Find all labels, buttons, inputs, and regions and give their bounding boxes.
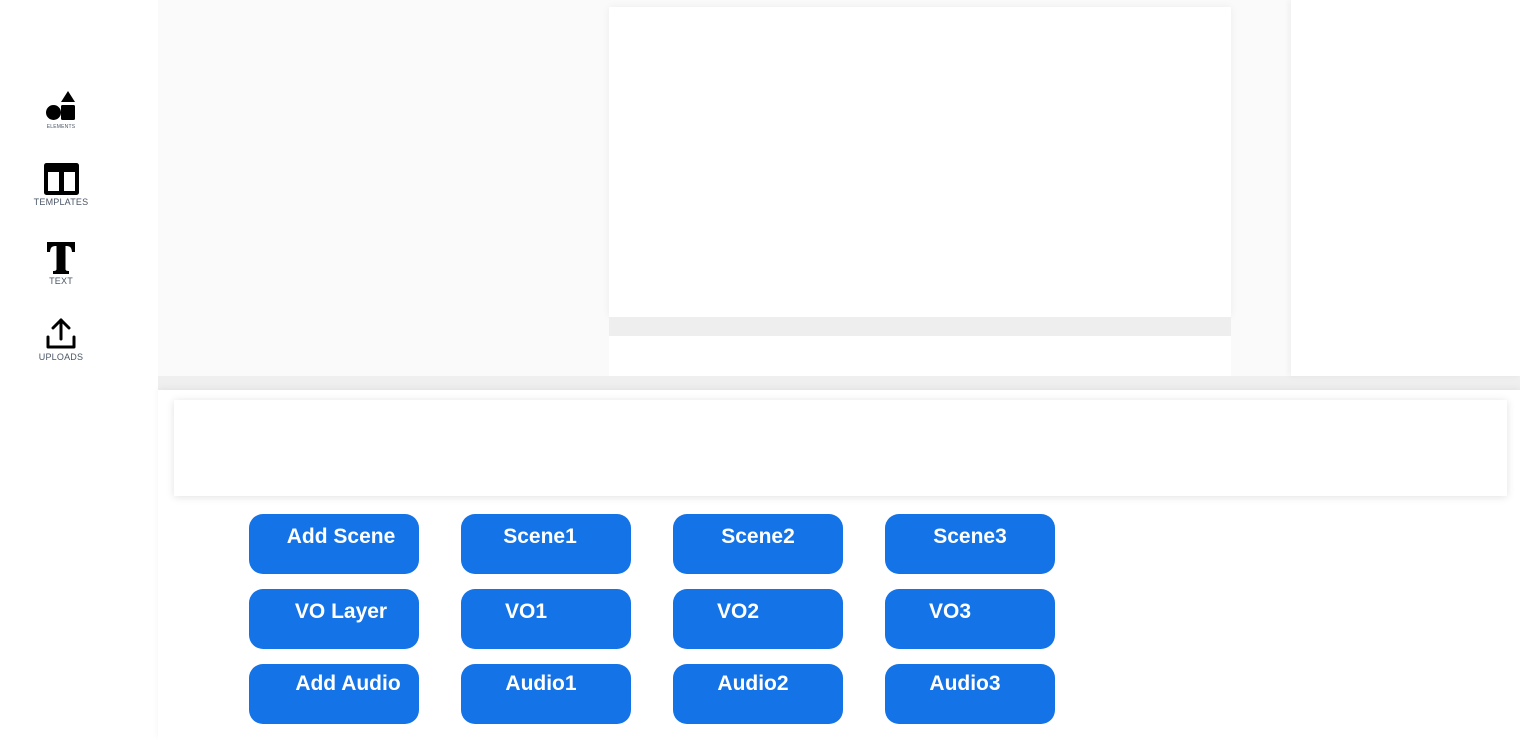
button-label: Scene2	[721, 525, 795, 548]
button-label: Add Audio	[295, 672, 401, 695]
button-label: Audio2	[717, 672, 789, 695]
button-label: Scene3	[933, 525, 1007, 548]
vo2-button[interactable]: VO2	[673, 589, 843, 649]
audio1-button[interactable]: Audio1	[461, 664, 631, 724]
scene2-button[interactable]: Scene2	[673, 514, 843, 574]
vo1-button[interactable]: VO1	[461, 589, 631, 649]
scene3-button[interactable]: Scene3	[885, 514, 1055, 574]
audio3-button[interactable]: Audio3	[885, 664, 1055, 724]
sidebar-item-label: TEMPLATES	[33, 197, 89, 207]
add-scene-button[interactable]: Add Scene	[249, 514, 419, 574]
vo-layer-button[interactable]: VO Layer	[249, 589, 419, 649]
sidebar-item-label: UPLOADS	[38, 352, 84, 362]
canvas-separator	[609, 317, 1231, 336]
sidebar-item-text[interactable]: TEXT	[0, 242, 122, 286]
button-label: VO3	[928, 600, 972, 623]
scene1-button[interactable]: Scene1	[461, 514, 631, 574]
properties-panel	[1291, 0, 1520, 376]
sidebar-item-label: TEXT	[49, 276, 73, 286]
left-sidebar: ELEMENTS TEMPLATES TEXT UPLOADS	[0, 0, 158, 740]
button-label: VO2	[716, 600, 760, 623]
add-audio-button[interactable]: Add Audio	[249, 664, 419, 724]
scene-canvas[interactable]	[609, 7, 1231, 317]
sidebar-item-label: ELEMENTS	[46, 124, 76, 130]
sidebar-item-uploads[interactable]: UPLOADS	[0, 318, 122, 362]
text-t-icon	[47, 242, 75, 274]
button-label: Scene1	[503, 525, 577, 548]
workspace-divider	[158, 376, 1520, 390]
button-label: VO Layer	[294, 600, 388, 623]
timeline-track[interactable]	[174, 400, 1507, 496]
button-label: Audio1	[505, 672, 577, 695]
template-columns-icon	[43, 163, 79, 195]
button-label: Audio3	[929, 672, 1001, 695]
sidebar-item-elements[interactable]: ELEMENTS	[0, 91, 122, 130]
button-label: Add Scene	[286, 525, 396, 548]
audio2-button[interactable]: Audio2	[673, 664, 843, 724]
upload-icon	[46, 318, 76, 349]
next-scene-canvas[interactable]	[609, 336, 1231, 376]
button-label: VO1	[504, 600, 548, 623]
sidebar-item-templates[interactable]: TEMPLATES	[0, 163, 122, 207]
shapes-icon	[46, 91, 75, 120]
vo3-button[interactable]: VO3	[885, 589, 1055, 649]
